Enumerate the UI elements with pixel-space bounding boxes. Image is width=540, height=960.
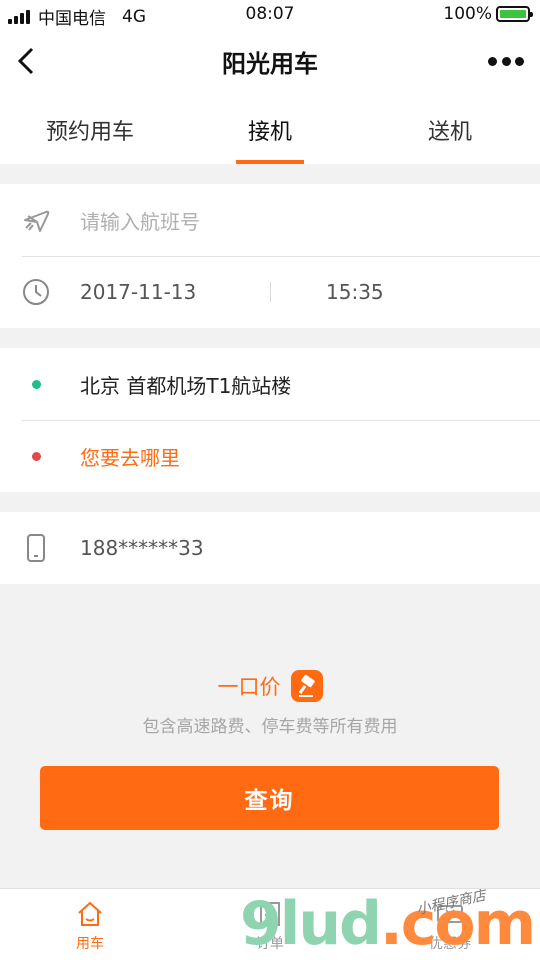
page-title: 阳光用车	[222, 50, 318, 78]
pickup-time[interactable]: 15:35	[326, 280, 384, 304]
flight-input-placeholder: 请输入航班号	[80, 209, 200, 234]
destination-placeholder: 您要去哪里	[80, 445, 180, 470]
tab-label: 送机	[427, 120, 472, 145]
price-note: 包含高速路费、停车费等所有费用	[142, 717, 398, 737]
datetime-row[interactable]: 2017-11-13 15:35	[0, 256, 540, 328]
more-dots-icon	[488, 56, 497, 66]
bottom-nav: 用车 订单 优惠券	[0, 888, 540, 960]
query-button[interactable]: 查询	[40, 766, 499, 830]
airplane-icon	[22, 206, 50, 234]
tab-reserve[interactable]: 预约用车	[0, 94, 180, 164]
contact-card: 188******33	[0, 512, 540, 584]
pickup-date[interactable]: 2017-11-13	[80, 280, 196, 304]
origin-row[interactable]: 北京 首都机场T1航站楼	[0, 348, 540, 420]
nav-header: 阳光用车	[0, 30, 540, 94]
tab-label: 预约用车	[45, 120, 134, 145]
nav-item-coupons[interactable]: 优惠券	[360, 889, 540, 960]
origin-address: 北京 首都机场T1航站楼	[80, 373, 292, 398]
battery-percent: 100%	[443, 4, 492, 24]
nav-label: 优惠券	[429, 936, 471, 952]
destination-dot-icon	[22, 442, 50, 470]
fixed-price-label: 一口价	[217, 675, 281, 699]
phone-row[interactable]: 188******33	[0, 512, 540, 584]
tab-dropoff[interactable]: 送机	[360, 94, 540, 164]
phone-icon	[22, 534, 50, 562]
clock-icon	[22, 278, 50, 306]
flight-number-field[interactable]: 请输入航班号	[0, 184, 540, 256]
battery-icon	[496, 6, 533, 22]
coupon-icon	[437, 905, 463, 923]
price-line: 一口价	[0, 670, 540, 702]
nav-label: 订单	[256, 936, 284, 952]
tab-label: 接机	[247, 120, 292, 145]
nav-item-car[interactable]: 用车	[0, 889, 180, 960]
service-tabs: 预约用车 接机 送机	[0, 94, 540, 164]
nav-item-orders[interactable]: 订单	[180, 889, 360, 960]
flight-card: 请输入航班号 2017-11-13 15:35	[0, 184, 540, 328]
origin-dot-icon	[22, 370, 50, 398]
phone-number: 188******33	[80, 536, 204, 560]
active-tab-indicator	[236, 160, 304, 164]
status-bar: 中国电信 4G 08:07 100%	[0, 0, 540, 30]
date-time-divider	[270, 282, 271, 302]
destination-row[interactable]: 您要去哪里	[0, 420, 540, 492]
order-list-icon	[260, 902, 280, 926]
more-button[interactable]	[488, 46, 524, 76]
home-icon	[78, 901, 102, 926]
nav-label: 用车	[76, 936, 104, 952]
tab-pickup[interactable]: 接机	[180, 94, 360, 164]
gavel-icon	[290, 670, 323, 702]
route-card: 北京 首都机场T1航站楼 您要去哪里	[0, 348, 540, 492]
